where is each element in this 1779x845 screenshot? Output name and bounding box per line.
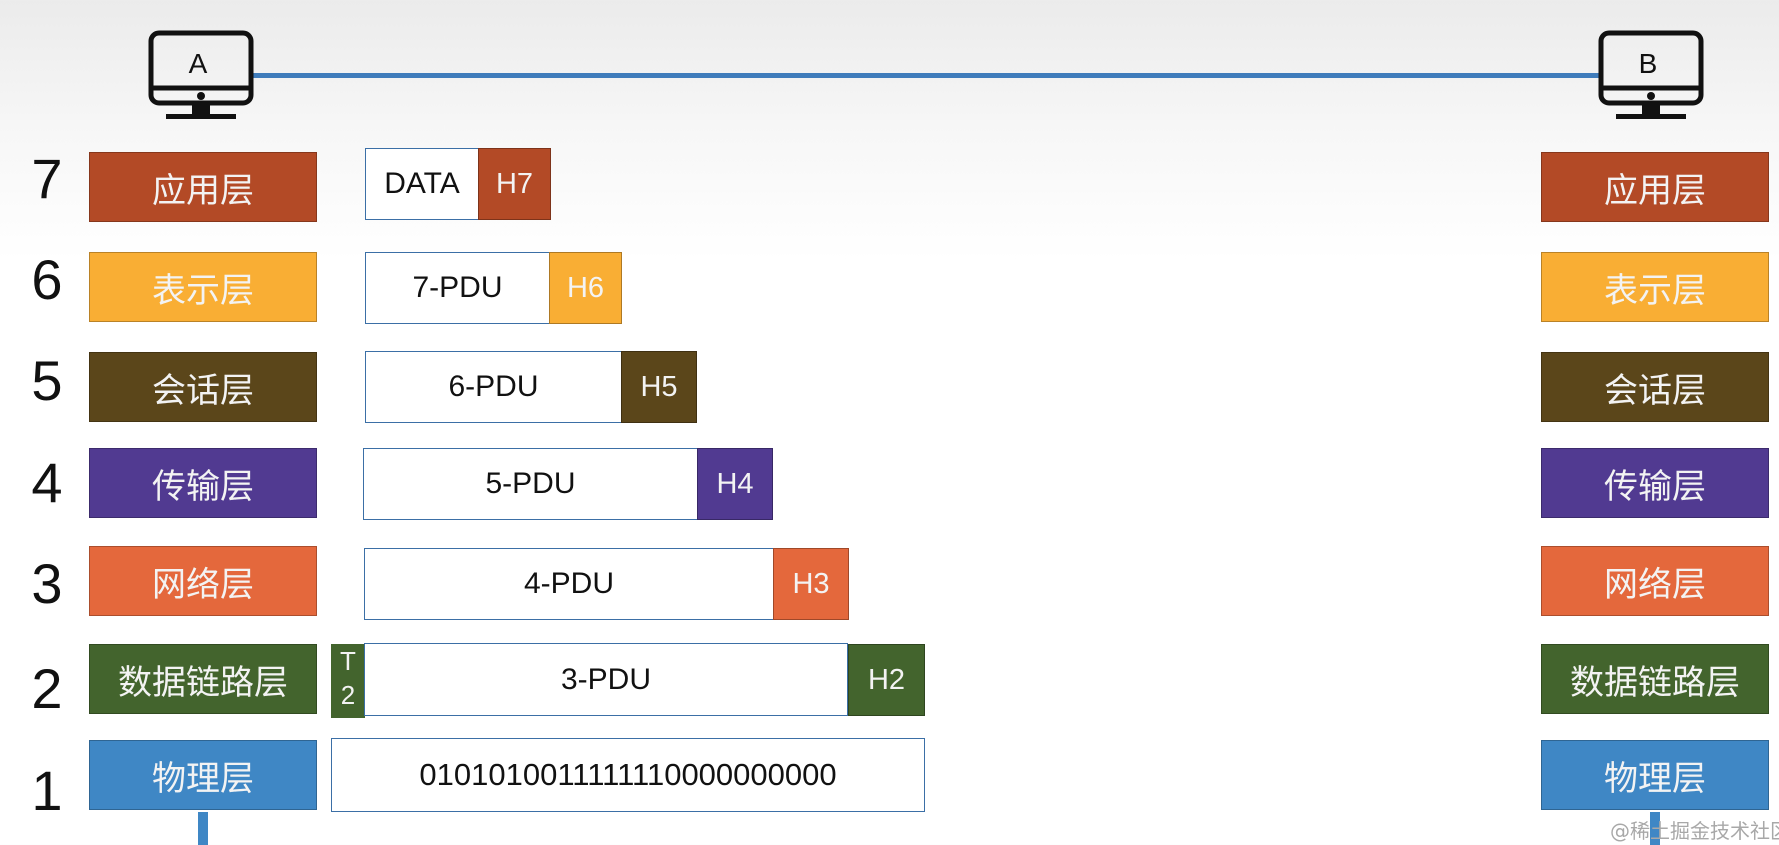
- trailer-t2-bottom: 2: [340, 680, 356, 710]
- pdu-layer-7-data: DATA: [365, 148, 479, 220]
- header-h6: H6: [549, 252, 622, 324]
- layer-number-5: 5: [31, 349, 63, 412]
- host-b-layer-data-link: 数据链路层: [1541, 644, 1769, 714]
- network-link: [252, 73, 1602, 78]
- host-a-layer-network: 网络层: [89, 546, 317, 616]
- pdu-layer-3: 4-PDU: [364, 548, 774, 620]
- pdu-layer-6: 7-PDU: [365, 252, 550, 324]
- host-a-layer-data-link: 数据链路层: [89, 644, 317, 714]
- layer-number-3: 3: [31, 552, 63, 615]
- layer-number-4: 4: [31, 451, 63, 514]
- host-b-layer-network: 网络层: [1541, 546, 1769, 616]
- host-b-layer-transport: 传输层: [1541, 448, 1769, 518]
- header-h4: H4: [697, 448, 773, 520]
- layer-number-1: 1: [31, 759, 63, 822]
- pdu-layer-4: 5-PDU: [363, 448, 698, 520]
- physical-bitstream: 0101010011111110000000000: [331, 738, 925, 812]
- host-a: A: [148, 30, 260, 126]
- trailer-t2: T 2: [331, 644, 365, 718]
- header-h2: H2: [848, 644, 925, 716]
- watermark: @稀土掘金技术社区: [1610, 819, 1779, 843]
- pdu-layer-5: 6-PDU: [365, 351, 622, 423]
- host-b-layer-session: 会话层: [1541, 352, 1769, 422]
- host-b-label: B: [1638, 48, 1658, 79]
- layer-number-6: 6: [31, 248, 63, 311]
- host-b-layer-presentation: 表示层: [1541, 252, 1769, 322]
- header-h7: H7: [478, 148, 551, 220]
- pdu-layer-2: 3-PDU: [364, 643, 848, 716]
- host-a-medium-line: [198, 812, 208, 845]
- host-a-layer-application: 应用层: [89, 152, 317, 222]
- layer-number-2: 2: [31, 657, 63, 720]
- header-h5: H5: [621, 351, 697, 423]
- host-a-layer-transport: 传输层: [89, 448, 317, 518]
- host-b-layer-physical: 物理层: [1541, 740, 1769, 810]
- layer-number-7: 7: [31, 147, 63, 210]
- host-b: B: [1598, 30, 1710, 126]
- host-a-label: A: [188, 48, 208, 79]
- header-h3: H3: [773, 548, 849, 620]
- host-a-layer-presentation: 表示层: [89, 252, 317, 322]
- host-a-layer-session: 会话层: [89, 352, 317, 422]
- host-b-layer-application: 应用层: [1541, 152, 1769, 222]
- trailer-t2-top: T: [340, 646, 356, 676]
- host-a-layer-physical: 物理层: [89, 740, 317, 810]
